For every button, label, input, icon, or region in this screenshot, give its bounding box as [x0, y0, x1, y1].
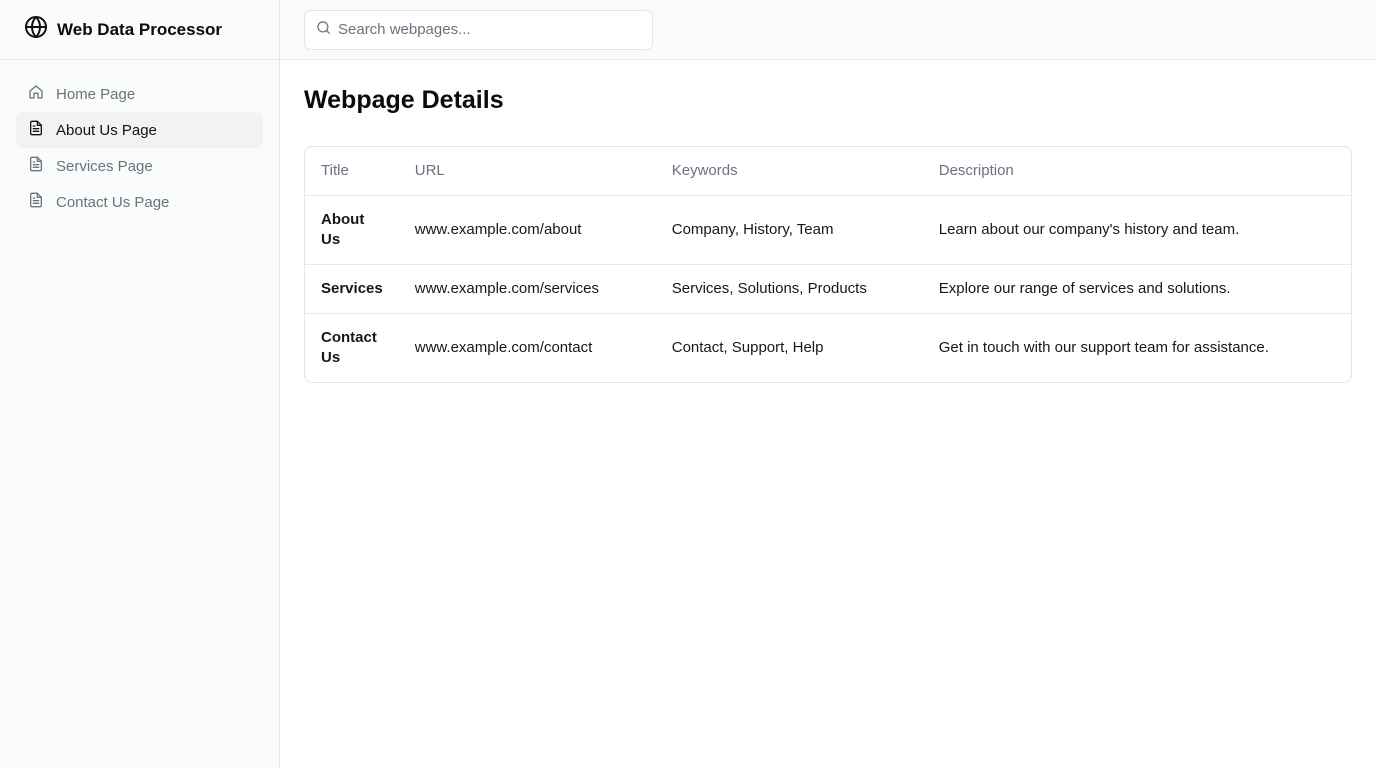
column-header-description: Description	[922, 147, 1351, 196]
document-icon	[28, 192, 44, 212]
sidebar-item-label: Services Page	[56, 157, 153, 175]
table-row[interactable]: About Us www.example.com/about Company, …	[305, 195, 1351, 265]
cell-description: Learn about our company's history and te…	[922, 195, 1351, 265]
document-icon	[28, 120, 44, 140]
cell-keywords: Company, History, Team	[655, 195, 923, 265]
sidebar-item-about-us[interactable]: About Us Page	[16, 112, 263, 148]
brand: Web Data Processor	[0, 0, 279, 60]
search-icon	[316, 20, 331, 40]
cell-description: Get in touch with our support team for a…	[938, 338, 1269, 356]
sidebar-item-label: Home Page	[56, 85, 136, 103]
app-title: Web Data Processor	[57, 19, 223, 39]
cell-keywords: Services, Solutions, Products	[655, 264, 923, 314]
sidebar-item-home[interactable]: Home Page	[16, 76, 263, 112]
cell-title: Contact Us	[321, 328, 377, 366]
top-bar	[280, 0, 1376, 60]
webpage-table-card: Title URL Keywords Description About Us …	[304, 146, 1352, 383]
table-row[interactable]: Contact Us www.example.com/contact Conta…	[305, 313, 1351, 382]
globe-icon	[24, 15, 48, 44]
main-area: Webpage Details Title URL Keywords Descr…	[280, 0, 1376, 768]
cell-description: Explore our range of services and soluti…	[922, 264, 1351, 314]
home-icon	[28, 84, 44, 104]
search-box[interactable]	[304, 9, 653, 50]
sidebar-nav: Home Page About Us Page Services Page Co…	[0, 60, 279, 236]
sidebar-item-label: Contact Us Page	[56, 193, 170, 211]
sidebar: Web Data Processor Home Page About Us Pa…	[0, 0, 280, 768]
sidebar-item-services[interactable]: Services Page	[16, 148, 263, 184]
search-input[interactable]	[338, 21, 638, 38]
sidebar-item-label: About Us Page	[56, 121, 157, 139]
cell-title: About Us	[305, 195, 399, 265]
cell-url: www.example.com/about	[398, 195, 656, 265]
column-header-url: URL	[398, 147, 656, 196]
webpage-table: Title URL Keywords Description About Us …	[305, 147, 1351, 382]
column-header-keywords: Keywords	[655, 147, 923, 196]
table-row[interactable]: Services www.example.com/services Servic…	[305, 264, 1351, 314]
column-header-title: Title	[305, 147, 399, 196]
table-header-row: Title URL Keywords Description	[305, 147, 1351, 196]
cell-keywords: Contact, Support, Help	[671, 338, 824, 356]
cell-url: www.example.com/services	[398, 264, 656, 314]
cell-title: Services	[305, 264, 399, 314]
page-title: Webpage Details	[304, 86, 504, 114]
document-icon	[28, 156, 44, 176]
cell-url: www.example.com/contact	[414, 338, 593, 356]
content: Webpage Details Title URL Keywords Descr…	[280, 60, 1376, 407]
sidebar-item-contact-us[interactable]: Contact Us Page	[16, 184, 263, 220]
